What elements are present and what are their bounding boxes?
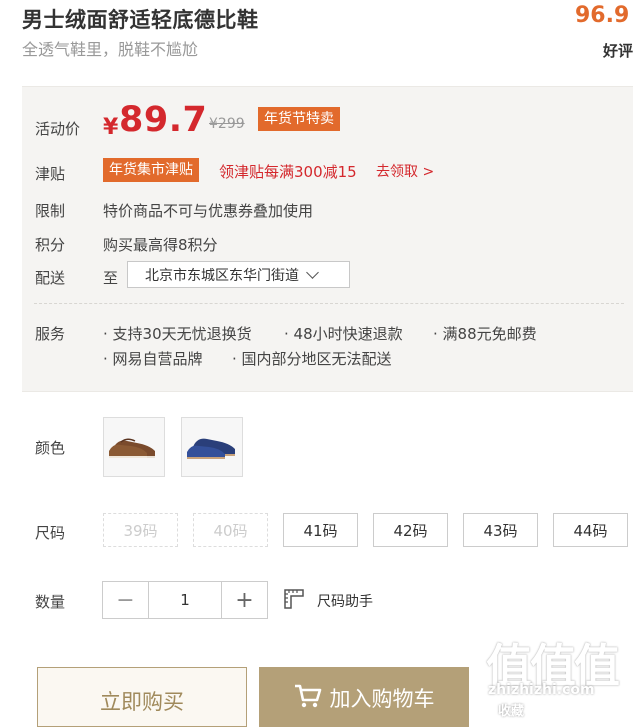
service-item: · 支持30天无忧退换货 — [103, 325, 252, 343]
size-option-40: 40码 — [193, 513, 268, 547]
subsidy-tag: 年货集市津贴 — [103, 158, 199, 182]
address-text: 北京市东城区东华门街道 — [145, 267, 299, 284]
size-option-44[interactable]: 44码 — [553, 513, 628, 547]
service-item: · 48小时快速退款 — [284, 325, 403, 343]
size-helper-link[interactable]: 尺码助手 — [317, 591, 373, 611]
delivery-prefix: 至 — [103, 269, 119, 287]
color-option-brown[interactable] — [103, 417, 165, 477]
size-option-43[interactable]: 43码 — [463, 513, 538, 547]
size-label: 尺码 — [35, 524, 66, 542]
decrease-button[interactable]: − — [103, 582, 148, 618]
quantity-label: 数量 — [35, 593, 66, 611]
rating-value: 96.9 — [575, 3, 630, 28]
quantity-stepper: − 1 + — [102, 581, 268, 619]
size-option-41[interactable]: 41码 — [283, 513, 358, 547]
buy-now-button[interactable]: 立即购买 — [37, 667, 247, 727]
size-option-39: 39码 — [103, 513, 178, 547]
points-label: 积分 — [35, 236, 66, 254]
color-label: 颜色 — [35, 439, 66, 457]
increase-button[interactable]: + — [222, 582, 267, 618]
original-price: ¥299 — [209, 116, 245, 132]
add-to-cart-button[interactable]: 加入购物车 — [259, 667, 469, 727]
quantity-input[interactable]: 1 — [148, 582, 222, 618]
ruler-icon[interactable] — [283, 588, 305, 614]
restriction-text: 特价商品不可与优惠券叠加使用 — [103, 202, 314, 220]
service-item: · 网易自营品牌 — [103, 350, 203, 368]
rating-label: 好评 — [603, 42, 633, 60]
subsidy-label: 津贴 — [35, 165, 66, 183]
color-option-navy[interactable] — [181, 417, 243, 477]
cart-icon — [294, 684, 321, 708]
chevron-down-icon — [306, 265, 319, 279]
price-symbol: ¥ — [103, 115, 119, 140]
product-title: 男士绒面舒适轻底德比鞋 — [22, 8, 259, 32]
address-selector[interactable]: 北京市东城区东华门街道 — [127, 261, 350, 288]
product-subtitle: 全透气鞋里，脱鞋不尴尬 — [22, 40, 199, 59]
price-value: 89.7 — [119, 100, 208, 140]
restriction-label: 限制 — [35, 202, 66, 220]
favorite-label: 收藏 — [498, 704, 525, 719]
delivery-label: 配送 — [35, 269, 66, 287]
navy-shoe-icon — [187, 438, 235, 459]
size-option-42[interactable]: 42码 — [373, 513, 448, 547]
site-watermark-url: zhizhizhi.com — [488, 682, 595, 698]
brown-shoe-icon — [109, 438, 155, 458]
service-item: · 国内部分地区无法配送 — [232, 350, 392, 368]
claim-subsidy-link[interactable]: 去领取 > — [376, 161, 434, 181]
price-label: 活动价 — [35, 120, 81, 138]
service-item: · 满88元免邮费 — [433, 325, 537, 343]
add-to-cart-label: 加入购物车 — [329, 687, 435, 711]
subsidy-text: 领津贴每满300减15 — [219, 163, 357, 181]
promo-tag: 年货节特卖 — [258, 107, 340, 131]
services-label: 服务 — [35, 325, 66, 343]
divider — [34, 303, 624, 304]
points-text: 购买最高得8积分 — [103, 236, 218, 254]
